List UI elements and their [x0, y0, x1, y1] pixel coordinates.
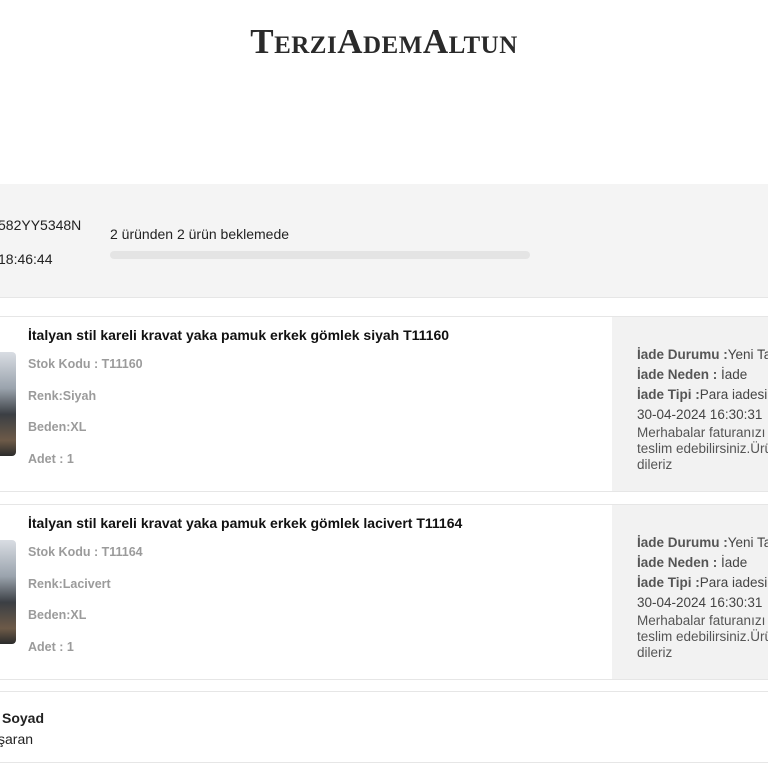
- return-reason-value: İade: [717, 555, 748, 570]
- product-size: Beden:XL: [28, 608, 87, 622]
- return-type-value: Para iadesi: [699, 575, 768, 590]
- order-item: İtalyan stil kareli kravat yaka pamuk er…: [0, 504, 768, 680]
- return-reason-label: İade Neden :: [637, 555, 718, 570]
- customer-name: Soyad: [2, 710, 45, 726]
- return-status-label: İade Durumu :: [637, 535, 728, 550]
- order-summary: 582YY5348N 18:46:44 2 üründen 2 ürün bek…: [0, 184, 768, 298]
- product-stock-code: Stok Kodu : T11160: [28, 357, 143, 371]
- return-message-line: Merhabalar faturanızı: [637, 613, 766, 628]
- product-color: Renk:Lacivert: [28, 577, 111, 591]
- customer-subtext: şaran: [0, 731, 34, 747]
- return-message-line: Merhabalar faturanızı: [637, 425, 766, 440]
- return-info-panel: İade Durumu :Yeni Ta İade Neden : İade İ…: [612, 317, 768, 491]
- return-date: 30-04-2024 16:30:31: [637, 595, 763, 610]
- return-type-label: İade Tipi :: [637, 575, 700, 590]
- progress-bar: [110, 251, 530, 259]
- return-info-panel: İade Durumu :Yeni Ta İade Neden : İade İ…: [612, 505, 768, 679]
- product-title[interactable]: İtalyan stil kareli kravat yaka pamuk er…: [28, 515, 462, 531]
- return-status-value: Yeni Ta: [727, 347, 768, 362]
- return-reason-label: İade Neden :: [637, 367, 718, 382]
- return-reason-value: İade: [717, 367, 748, 382]
- product-stock-code: Stok Kodu : T11164: [28, 545, 143, 559]
- return-message-line: dileriz: [637, 457, 673, 472]
- product-thumbnail[interactable]: [0, 352, 16, 456]
- return-type-value: Para iadesi: [699, 387, 768, 402]
- return-message-line: dileriz: [637, 645, 673, 660]
- progress-status-text: 2 üründen 2 ürün beklemede: [110, 226, 290, 242]
- return-date: 30-04-2024 16:30:31: [637, 407, 763, 422]
- return-message-line: teslim edebilirsiniz.Ürü: [637, 441, 768, 456]
- return-message-line: teslim edebilirsiniz.Ürü: [637, 629, 768, 644]
- customer-info: Soyad şaran: [0, 691, 768, 763]
- product-size: Beden:XL: [28, 420, 87, 434]
- brand-logo[interactable]: TerziAdemAltun: [0, 22, 768, 62]
- product-thumbnail[interactable]: [0, 540, 16, 644]
- product-title[interactable]: İtalyan stil kareli kravat yaka pamuk er…: [28, 327, 449, 343]
- order-number: 582YY5348N: [0, 217, 82, 233]
- return-status-value: Yeni Ta: [727, 535, 768, 550]
- product-color: Renk:Siyah: [28, 389, 97, 403]
- return-type-label: İade Tipi :: [637, 387, 700, 402]
- order-time: 18:46:44: [0, 251, 53, 267]
- product-quantity: Adet : 1: [28, 452, 74, 466]
- return-status-label: İade Durumu :: [637, 347, 728, 362]
- product-quantity: Adet : 1: [28, 640, 74, 654]
- order-item: İtalyan stil kareli kravat yaka pamuk er…: [0, 316, 768, 492]
